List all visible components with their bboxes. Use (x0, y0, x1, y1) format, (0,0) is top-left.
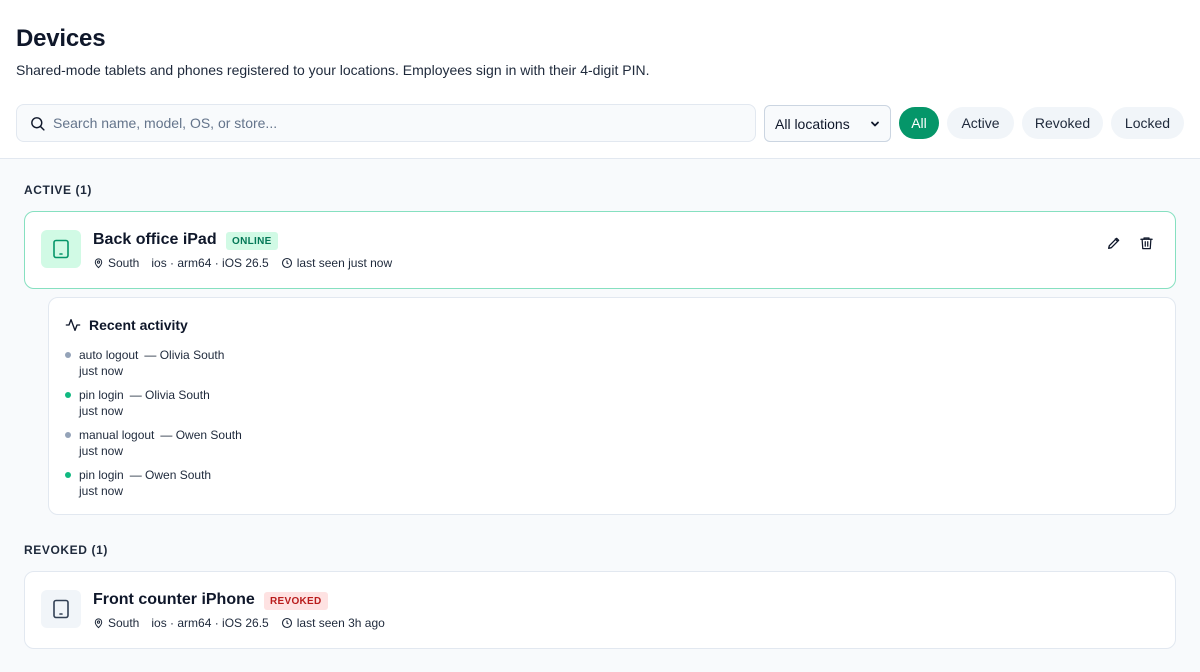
status-dot (65, 472, 71, 478)
page-subtitle: Shared-mode tablets and phones registere… (16, 62, 650, 78)
activity-list: auto logout — Olivia South just now pin l… (65, 347, 242, 507)
search-icon (31, 117, 45, 131)
activity-time: just now (79, 484, 124, 498)
status-dot (65, 352, 71, 358)
recent-activity-panel: Recent activity auto logout — Olivia Sout… (48, 297, 1176, 515)
clock-icon (281, 617, 292, 629)
activity-item: pin login — Owen South just now (65, 467, 242, 507)
filter-chip-locked[interactable]: Locked (1111, 107, 1184, 139)
device-platform: ios · arm64 · iOS 26.5 (151, 256, 269, 270)
map-pin-icon (94, 258, 103, 269)
page-title: Devices (16, 25, 106, 52)
edit-button[interactable] (1105, 234, 1123, 252)
section-label-revoked: REVOKED (1) (24, 543, 108, 557)
activity-item: manual logout — Owen South just now (65, 427, 242, 467)
device-location: South (108, 256, 140, 270)
device-meta: South ios · arm64 · iOS 26.5 last seen j… (93, 256, 404, 270)
trash-icon (1139, 237, 1153, 250)
device-name: Back office iPad (93, 231, 217, 248)
delete-button[interactable] (1137, 234, 1155, 252)
activity-action: pin login (79, 388, 124, 402)
location-select-value: All locations (775, 115, 850, 132)
section-label-active: ACTIVE (1) (24, 183, 93, 197)
activity-time: just now (79, 364, 124, 378)
pencil-icon (1108, 237, 1120, 249)
activity-user: — Owen South (129, 468, 212, 482)
tablet-icon (53, 239, 69, 259)
tablet-icon (53, 599, 69, 619)
device-last-seen: last seen 3h ago (296, 616, 385, 630)
device-meta: South ios · arm64 · iOS 26.5 last seen 3… (93, 616, 397, 630)
filter-chip-all[interactable]: All (899, 107, 939, 139)
status-badge: ONLINE (226, 232, 278, 250)
device-card[interactable]: Front counter iPhone REVOKED South ios ·… (24, 571, 1176, 649)
filter-chip-revoked[interactable]: Revoked (1022, 107, 1103, 139)
filter-chip-active[interactable]: Active (947, 107, 1014, 139)
device-icon-box (41, 230, 81, 268)
activity-user: — Olivia South (144, 348, 225, 362)
map-pin-icon (94, 618, 103, 629)
activity-icon (65, 319, 81, 331)
device-location: South (108, 616, 140, 630)
activity-time: just now (79, 404, 124, 418)
device-last-seen: last seen just now (296, 256, 393, 270)
location-select[interactable]: All locations (764, 105, 891, 142)
device-card[interactable]: Back office iPad ONLINE South ios · arm6… (24, 211, 1176, 289)
device-name: Front counter iPhone (93, 591, 255, 608)
status-badge: REVOKED (264, 592, 328, 610)
status-dot (65, 432, 71, 438)
activity-user: — Olivia South (129, 388, 210, 402)
chevron-down-icon (871, 121, 879, 126)
activity-user: — Owen South (160, 428, 242, 442)
search-box (16, 104, 756, 142)
clock-icon (281, 257, 292, 269)
activity-action: auto logout (79, 348, 139, 362)
device-icon-box (41, 590, 81, 628)
activity-item: auto logout — Olivia South just now (65, 347, 242, 387)
page-header: Devices Shared-mode tablets and phones r… (0, 0, 1200, 159)
activity-action: pin login (79, 468, 124, 482)
activity-title: Recent activity (89, 317, 188, 333)
device-platform: ios · arm64 · iOS 26.5 (151, 616, 269, 630)
search-input[interactable] (53, 105, 743, 141)
status-dot (65, 392, 71, 398)
activity-time: just now (79, 444, 124, 458)
activity-action: manual logout (79, 428, 155, 442)
activity-item: pin login — Olivia South just now (65, 387, 242, 427)
